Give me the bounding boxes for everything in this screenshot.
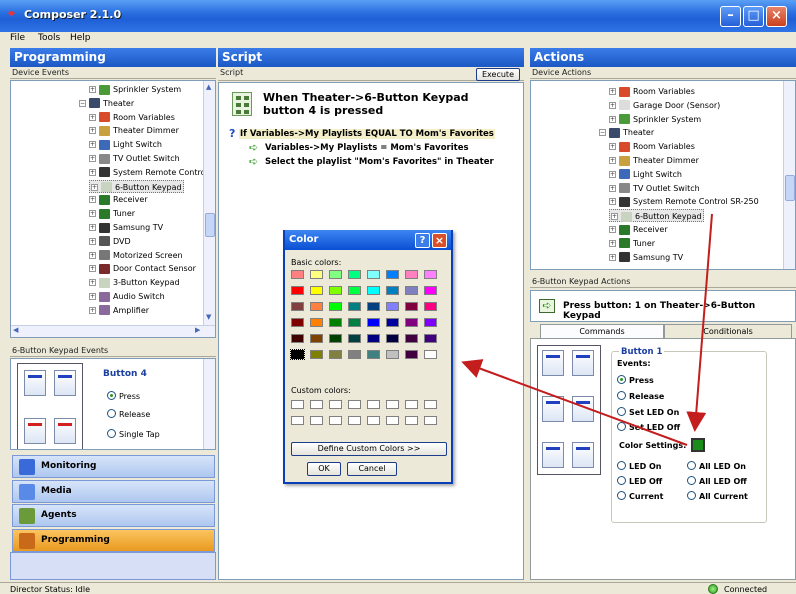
connection-status: Connected (724, 585, 768, 594)
director-status: Director Status: Idle (10, 585, 90, 594)
arrow-to-swatch (686, 213, 713, 432)
annotation-arrows (461, 213, 713, 446)
connected-icon (708, 584, 718, 594)
arrow-to-dialog (461, 359, 688, 446)
status-bar: Director Status: Idle Connected (0, 582, 796, 594)
